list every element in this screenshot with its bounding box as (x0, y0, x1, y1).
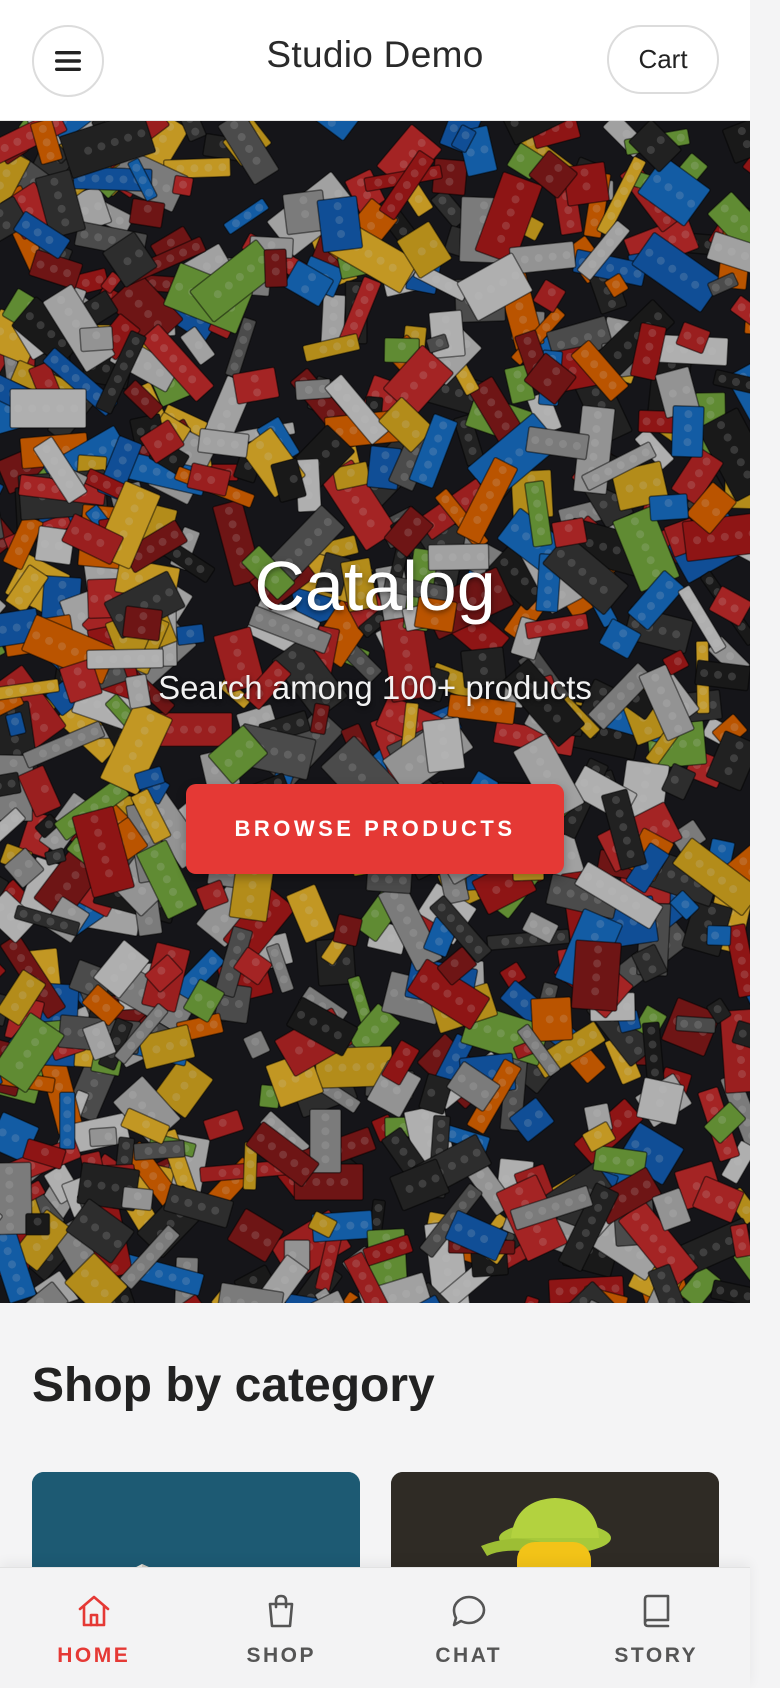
hero-banner: Catalog Search among 100+ products BROWS… (0, 121, 750, 1303)
top-header: Studio Demo Cart (0, 0, 750, 121)
home-icon (78, 1595, 110, 1627)
nav-item-story[interactable]: STORY (563, 1568, 751, 1688)
nav-item-chat[interactable]: CHAT (375, 1568, 563, 1688)
nav-label-chat: CHAT (435, 1644, 503, 1667)
nav-label-home: HOME (57, 1644, 131, 1667)
app-root: Studio Demo Cart Catalog Search among 10… (0, 0, 750, 1688)
shopping-bag-icon (268, 1594, 294, 1628)
browse-products-button[interactable]: BROWSE PRODUCTS (186, 784, 564, 874)
hero-subtitle: Search among 100+ products (158, 669, 592, 706)
chat-bubble-icon (452, 1595, 486, 1627)
nav-item-home[interactable]: HOME (0, 1568, 188, 1688)
hero-title: Catalog (254, 547, 496, 625)
hero-overlay (0, 121, 750, 1303)
bottom-navigation: HOME SHOP CHAT STORY (0, 1567, 750, 1688)
nav-label-shop: SHOP (246, 1644, 316, 1667)
cart-button[interactable]: Cart (607, 25, 719, 94)
nav-item-shop[interactable]: SHOP (188, 1568, 376, 1688)
nav-label-story: STORY (614, 1644, 699, 1667)
shop-by-category-title: Shop by category (32, 1359, 435, 1412)
book-icon (643, 1594, 670, 1628)
